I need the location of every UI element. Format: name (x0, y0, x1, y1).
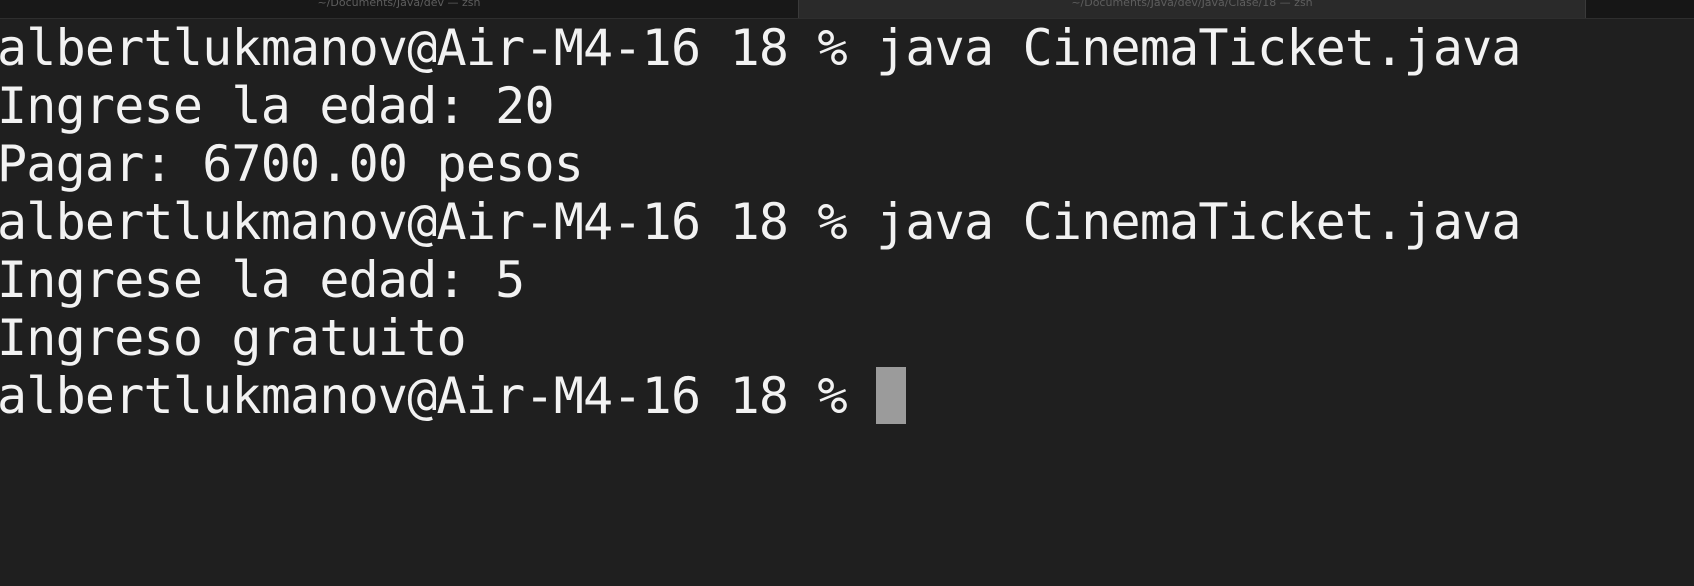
tab-terminal-1[interactable]: ~/Documents/Java/dev — zsh (0, 0, 798, 18)
terminal-prompt: albertlukmanov@Air-M4-16 18 % (0, 367, 877, 425)
cursor-block (876, 367, 907, 424)
terminal-line: Ingrese la edad: 20 (0, 77, 555, 135)
terminal-line: albertlukmanov@Air-M4-16 18 % java Cinem… (0, 19, 1522, 77)
terminal-line: albertlukmanov@Air-M4-16 18 % java Cinem… (0, 193, 1522, 251)
terminal-output[interactable]: albertlukmanov@Air-M4-16 18 % java Cinem… (0, 19, 1694, 425)
terminal-line: Pagar: 6700.00 pesos (0, 135, 584, 193)
terminal-window: ~/Documents/Java/dev — zsh ~/Documents/J… (0, 0, 1694, 586)
terminal-prompt-line[interactable]: albertlukmanov@Air-M4-16 18 % (0, 367, 1694, 425)
tab-bar: ~/Documents/Java/dev — zsh ~/Documents/J… (0, 0, 1694, 19)
terminal-line: Ingrese la edad: 5 (0, 251, 525, 309)
tab-terminal-2[interactable]: ~/Documents/Java/dev/Java/Clase/18 — zsh (798, 0, 1586, 18)
terminal-line: Ingreso gratuito (0, 309, 467, 367)
